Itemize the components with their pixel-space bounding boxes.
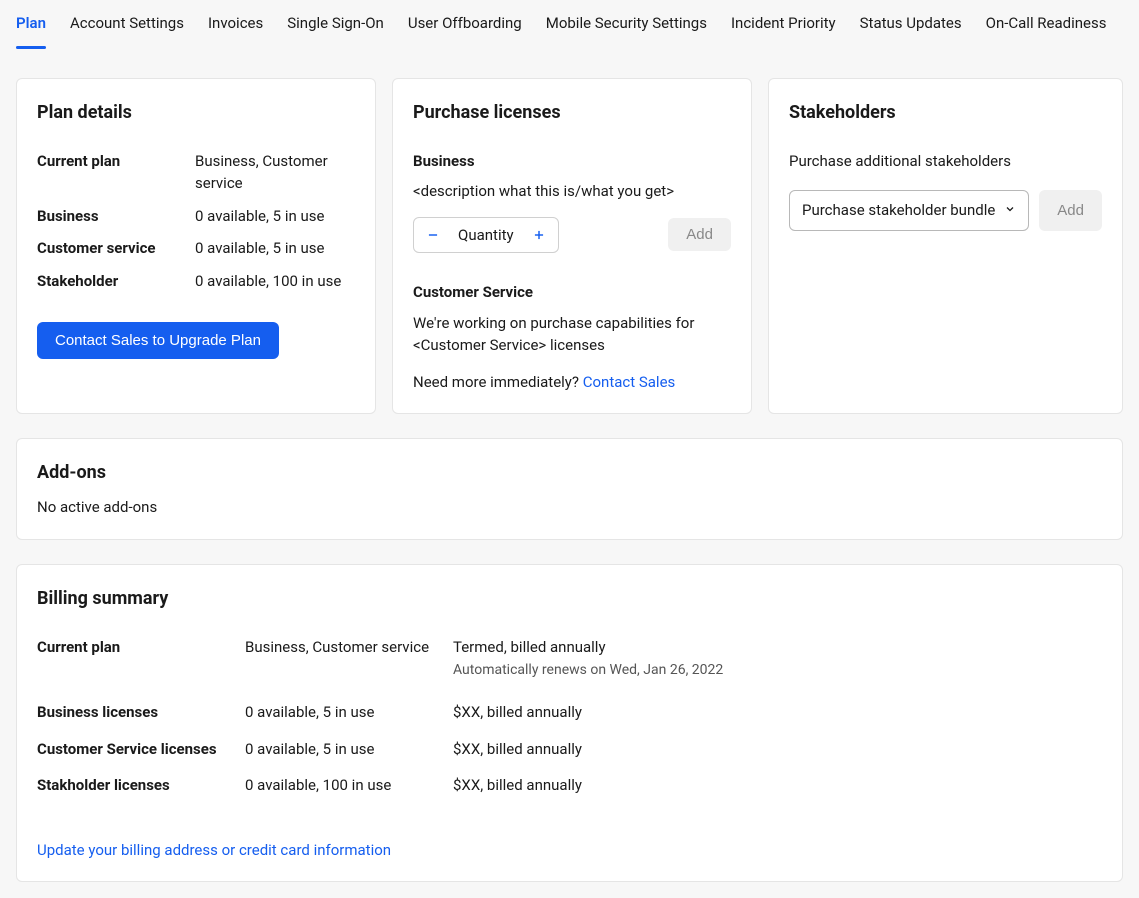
addons-empty-text: No active add-ons xyxy=(37,496,1102,519)
billing-title: Billing summary xyxy=(37,585,1102,612)
purchase-cs-label: Customer Service xyxy=(413,281,731,304)
plan-row-value: 0 available, 100 in use xyxy=(195,270,341,293)
addons-card: Add-ons No active add-ons xyxy=(16,438,1123,540)
plus-icon[interactable] xyxy=(530,226,548,244)
billing-label: Business licenses xyxy=(37,701,245,724)
plan-row-customer-service: Customer service 0 available, 5 in use xyxy=(37,237,355,260)
billing-row-business: Business licenses 0 available, 5 in use … xyxy=(37,701,1102,724)
billing-detail: $XX, billed annually xyxy=(453,774,582,797)
stakeholders-card: Stakeholders Purchase additional stakeho… xyxy=(768,78,1123,415)
plan-row-label: Business xyxy=(37,205,195,228)
billing-label: Stakholder licenses xyxy=(37,774,245,797)
billing-value: 0 available, 5 in use xyxy=(245,701,453,724)
purchase-business-desc: <description what this is/what you get> xyxy=(413,180,731,203)
billing-value: 0 available, 5 in use xyxy=(245,738,453,761)
add-business-license-button[interactable]: Add xyxy=(668,218,731,251)
minus-icon[interactable] xyxy=(424,226,442,244)
plan-details-title: Plan details xyxy=(37,99,355,126)
add-stakeholder-button[interactable]: Add xyxy=(1039,190,1102,231)
contact-sales-upgrade-button[interactable]: Contact Sales to Upgrade Plan xyxy=(37,322,279,359)
update-billing-link[interactable]: Update your billing address or credit ca… xyxy=(37,839,391,862)
purchase-licenses-title: Purchase licenses xyxy=(413,99,731,126)
purchase-cs-desc: We're working on purchase capabilities f… xyxy=(413,312,731,357)
tabs-nav: Plan Account Settings Invoices Single Si… xyxy=(16,0,1123,50)
plan-details-card: Plan details Current plan Business, Cust… xyxy=(16,78,376,415)
billing-summary-card: Billing summary Current plan Business, C… xyxy=(16,564,1123,883)
plan-row-current: Current plan Business, Customer service xyxy=(37,150,355,195)
billing-value: Business, Customer service xyxy=(245,636,453,682)
plan-row-label: Current plan xyxy=(37,150,195,195)
contact-sales-link[interactable]: Contact Sales xyxy=(583,373,676,391)
stakeholders-title: Stakeholders xyxy=(789,99,1102,126)
billing-label: Current plan xyxy=(37,636,245,682)
plan-row-business: Business 0 available, 5 in use xyxy=(37,205,355,228)
tab-user-offboarding[interactable]: User Offboarding xyxy=(408,12,522,49)
addons-title: Add-ons xyxy=(37,459,1102,486)
billing-label: Customer Service licenses xyxy=(37,738,245,761)
plan-row-value: 0 available, 5 in use xyxy=(195,237,324,260)
plan-row-stakeholder: Stakeholder 0 available, 100 in use xyxy=(37,270,355,293)
plan-row-label: Customer service xyxy=(37,237,195,260)
billing-row-customer-service: Customer Service licenses 0 available, 5… xyxy=(37,738,1102,761)
quantity-stepper[interactable]: Quantity xyxy=(413,217,559,254)
plan-row-value: Business, Customer service xyxy=(195,150,355,195)
billing-value: 0 available, 100 in use xyxy=(245,774,453,797)
billing-row-current-plan: Current plan Business, Customer service … xyxy=(37,636,1102,682)
quantity-label: Quantity xyxy=(458,224,514,247)
tab-on-call-readiness[interactable]: On-Call Readiness xyxy=(986,12,1107,49)
plan-row-label: Stakeholder xyxy=(37,270,195,293)
tab-plan[interactable]: Plan xyxy=(16,12,46,49)
purchase-cs-prompt: Need more immediately? Contact Sales xyxy=(413,371,731,394)
stakeholders-subtitle: Purchase additional stakeholders xyxy=(789,150,1102,173)
tab-mobile-security[interactable]: Mobile Security Settings xyxy=(546,12,707,49)
tab-account-settings[interactable]: Account Settings xyxy=(70,12,184,49)
tab-status-updates[interactable]: Status Updates xyxy=(860,12,962,49)
tab-invoices[interactable]: Invoices xyxy=(208,12,263,49)
billing-detail: Termed, billed annually Automatically re… xyxy=(453,636,723,682)
tab-incident-priority[interactable]: Incident Priority xyxy=(731,12,836,49)
plan-row-value: 0 available, 5 in use xyxy=(195,205,324,228)
stakeholder-select-label: Purchase stakeholder bundle xyxy=(802,199,995,222)
purchase-business-label: Business xyxy=(413,150,731,173)
billing-detail: $XX, billed annually xyxy=(453,701,582,724)
billing-detail: $XX, billed annually xyxy=(453,738,582,761)
billing-row-stakeholder: Stakholder licenses 0 available, 100 in … xyxy=(37,774,1102,797)
chevron-down-icon xyxy=(1004,199,1016,222)
stakeholder-bundle-select[interactable]: Purchase stakeholder bundle xyxy=(789,190,1029,231)
tab-single-sign-on[interactable]: Single Sign-On xyxy=(287,12,384,49)
billing-renewal-date: Automatically renews on Wed, Jan 26, 202… xyxy=(453,660,723,681)
purchase-licenses-card: Purchase licenses Business <description … xyxy=(392,78,752,415)
